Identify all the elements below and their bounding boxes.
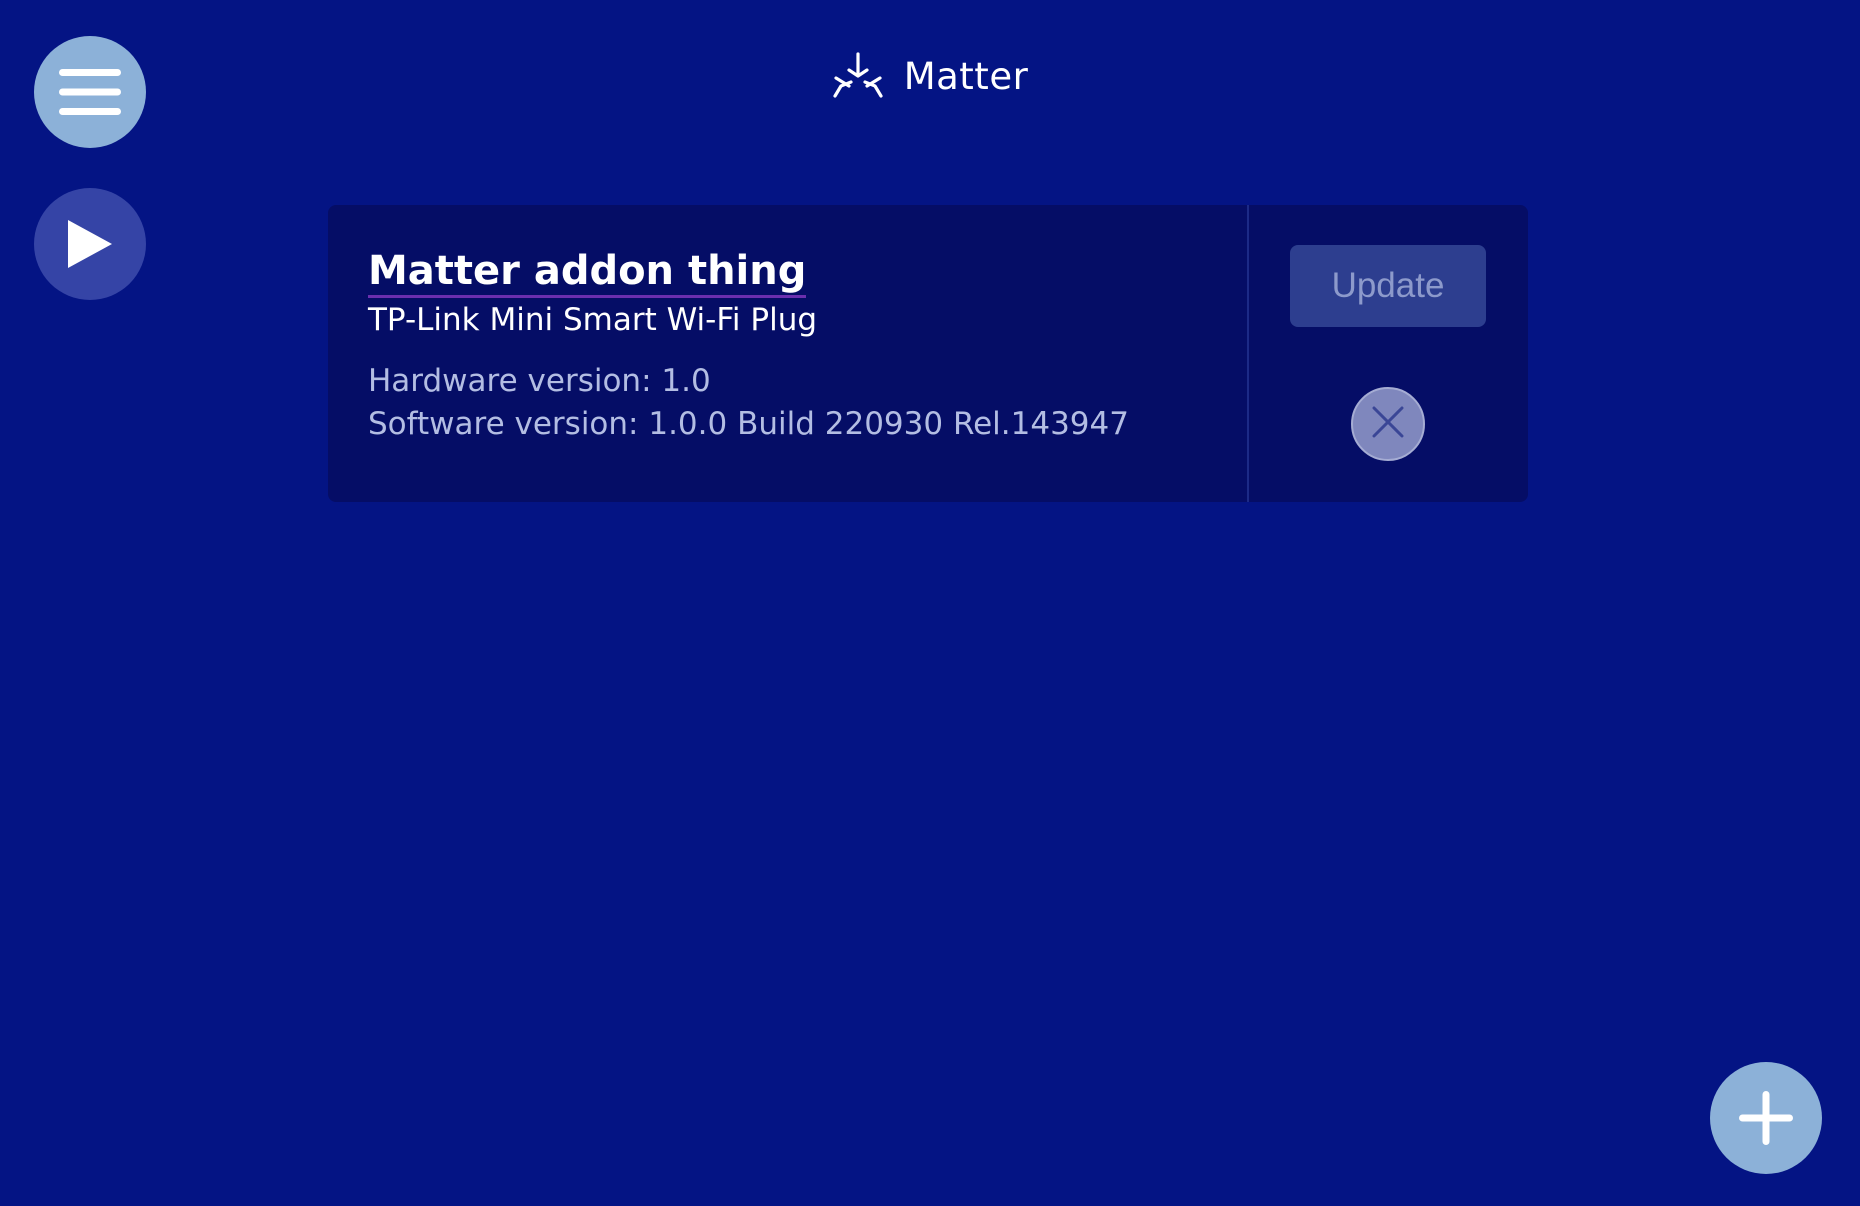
play-icon: [66, 218, 114, 270]
thing-actions: Update: [1249, 205, 1528, 502]
software-version: Software version: 1.0.0 Build 220930 Rel…: [368, 406, 1129, 442]
add-thing-button[interactable]: [1710, 1062, 1822, 1174]
thing-model: TP-Link Mini Smart Wi-Fi Plug: [368, 302, 818, 338]
page: Matter Matter addon thing TP-Link Mini S…: [0, 0, 1860, 1206]
page-title: Matter: [903, 54, 1029, 98]
matter-logo-icon: [832, 52, 884, 100]
close-icon: [1371, 405, 1405, 443]
plus-icon: [1739, 1091, 1793, 1145]
play-button[interactable]: [34, 188, 146, 300]
thing-versions: Hardware version: 1.0 Software version: …: [368, 360, 1247, 446]
remove-button[interactable]: [1351, 387, 1425, 461]
hardware-version: Hardware version: 1.0: [368, 363, 711, 399]
page-header: Matter: [0, 52, 1860, 100]
thing-card: Matter addon thing TP-Link Mini Smart Wi…: [328, 205, 1528, 502]
update-button[interactable]: Update: [1290, 245, 1486, 327]
thing-title-link[interactable]: Matter addon thing: [368, 247, 807, 298]
thing-info: Matter addon thing TP-Link Mini Smart Wi…: [328, 205, 1249, 502]
